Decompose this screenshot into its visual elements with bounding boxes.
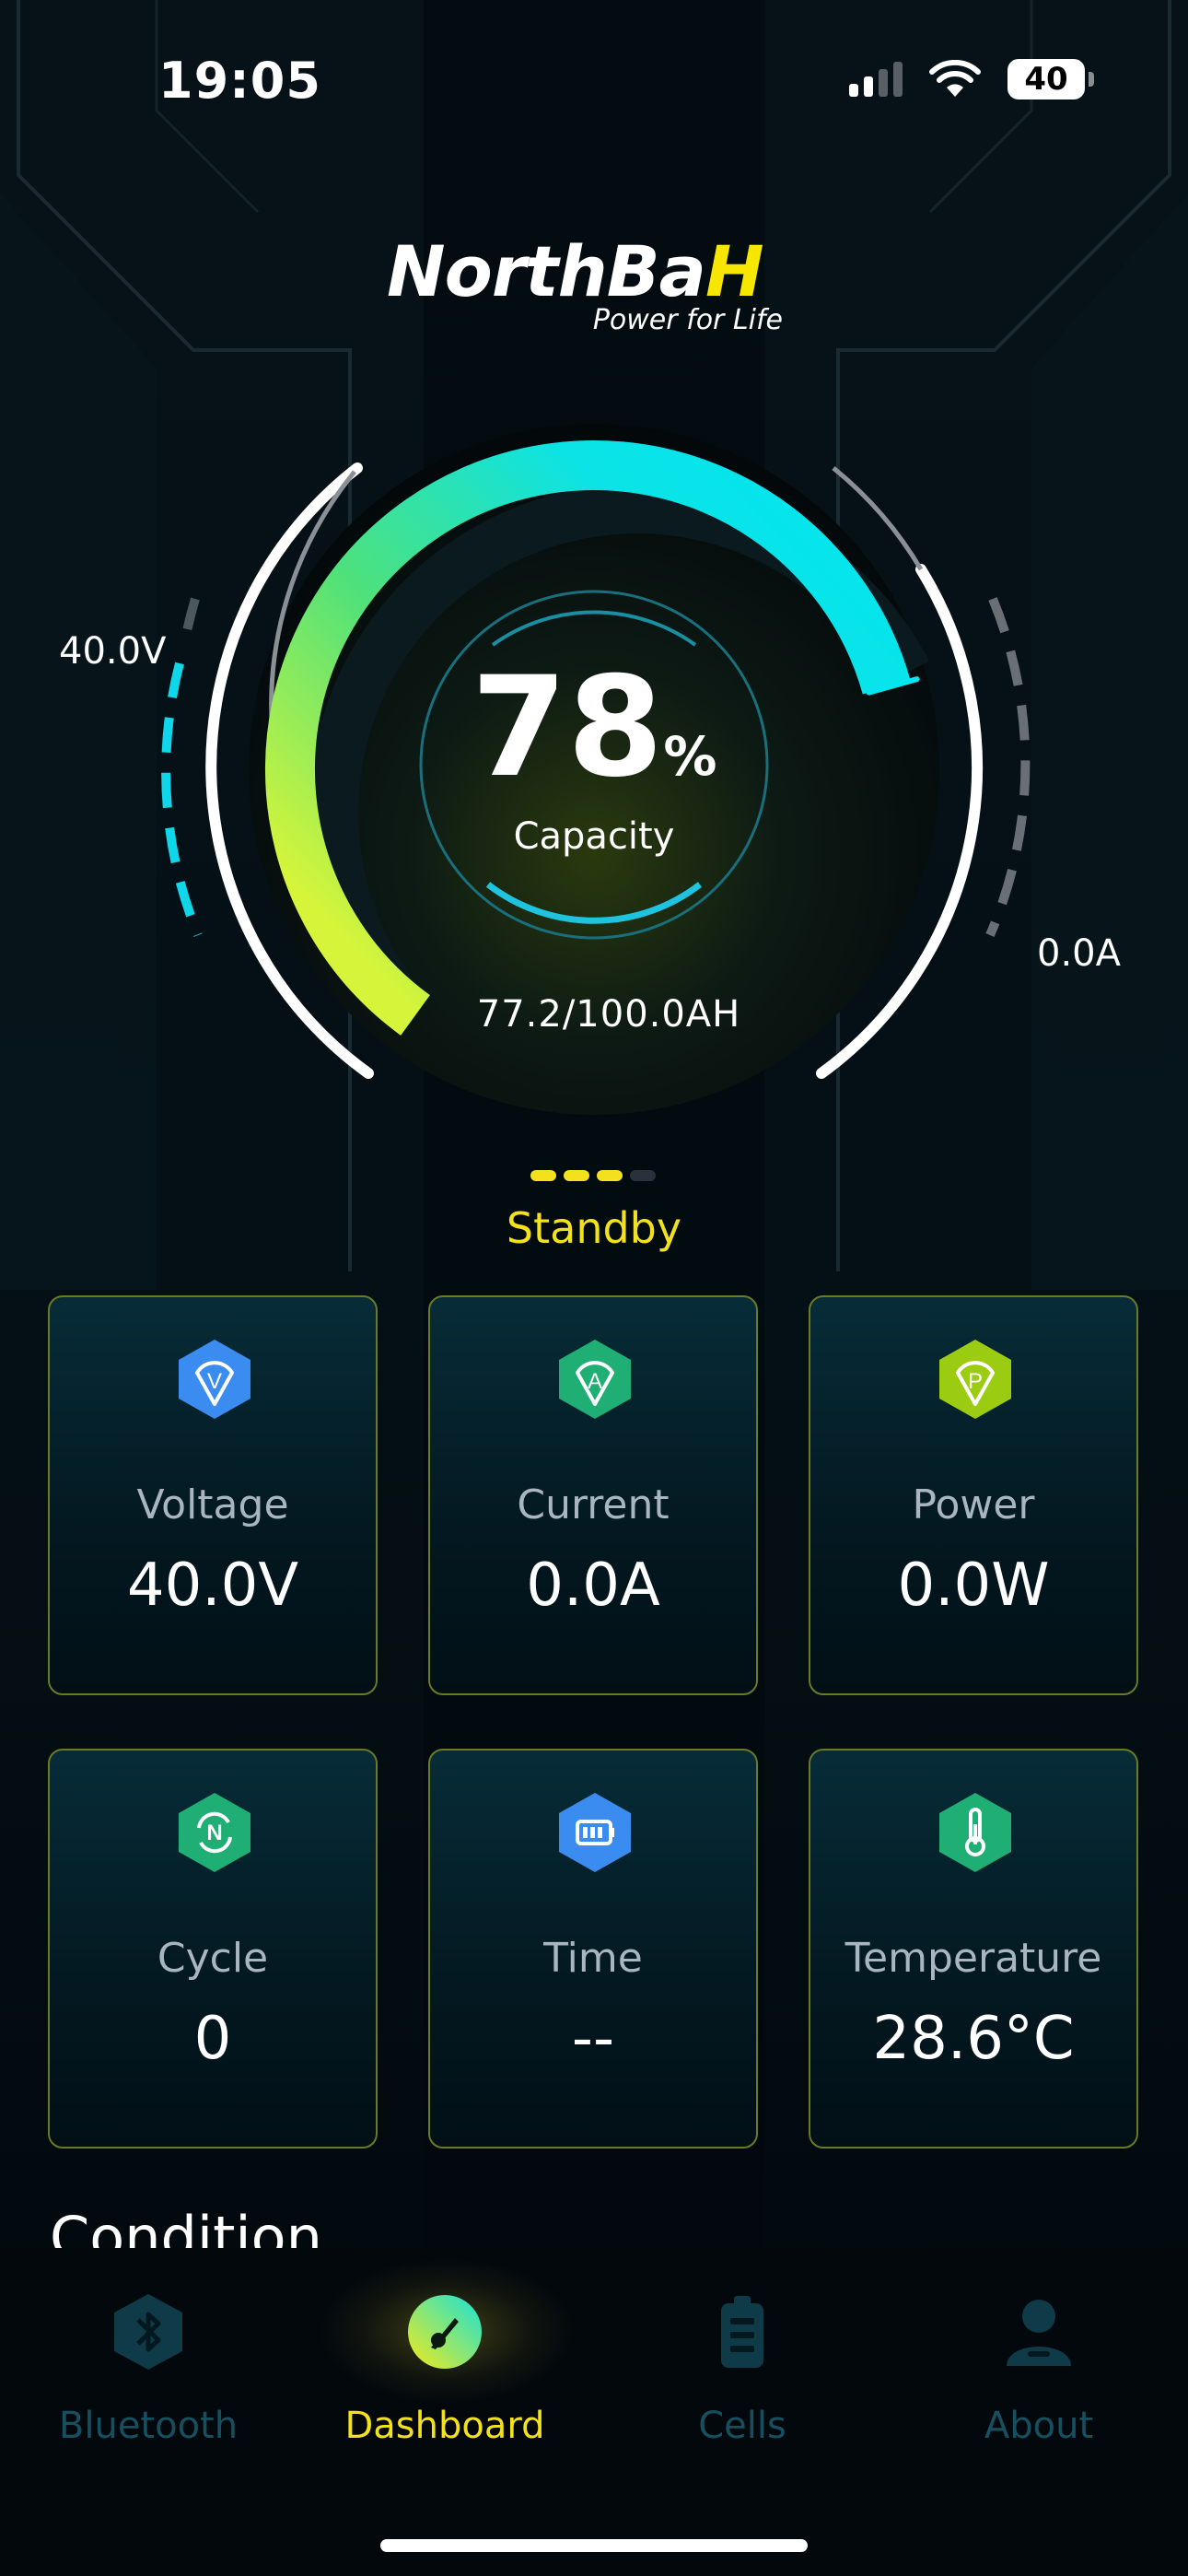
metric-card-time: Time --: [428, 1749, 758, 2149]
tab-bluetooth[interactable]: Bluetooth: [0, 2290, 297, 2447]
bluetooth-icon: [114, 2294, 182, 2370]
voltage-dash-arc-dim: [180, 597, 200, 646]
brand-name: NorthBaH: [387, 230, 764, 312]
svg-text:V: V: [207, 1369, 222, 1394]
metric-label: Cycle: [157, 1935, 269, 1982]
current-readout: 0.0A: [1037, 932, 1121, 975]
about-icon: [1007, 2300, 1071, 2366]
capacity-label: Capacity: [513, 815, 675, 858]
metric-label: Temperature: [844, 1935, 1102, 1982]
metric-value: 40.0V: [126, 1551, 299, 1620]
metric-label: Current: [517, 1481, 670, 1528]
metric-value: 0.0W: [897, 1551, 1050, 1620]
amp-hours-readout: 77.2/100.0AH: [476, 993, 741, 1036]
metric-value: 0: [193, 2005, 232, 2073]
metric-label: Voltage: [136, 1481, 289, 1528]
battery-state: Standby: [506, 1203, 682, 1253]
tab-dashboard[interactable]: Dashboard: [297, 2290, 593, 2447]
background-art: [0, 0, 1188, 2576]
svg-text:N: N: [206, 1821, 222, 1845]
metric-card-temperature: Temperature 28.6°C: [809, 1749, 1138, 2149]
svg-text:P: P: [968, 1369, 983, 1394]
metric-value: --: [571, 2005, 615, 2073]
brand-logo: NorthBaH Power for Life: [387, 230, 810, 341]
current-icon: A: [559, 1340, 631, 1419]
tab-about[interactable]: About: [891, 2290, 1187, 2447]
metric-value: 28.6°C: [872, 2005, 1075, 2073]
cells-icon: [721, 2296, 763, 2368]
voltage-icon: V: [179, 1340, 250, 1419]
home-indicator[interactable]: [380, 2539, 808, 2552]
brand-tagline: Power for Life: [592, 304, 783, 336]
svg-text:A: A: [588, 1369, 602, 1394]
cellular-signal-icon: [849, 62, 903, 97]
state-indicator-dots: [530, 1170, 656, 1181]
metric-value: 0.0A: [526, 1551, 660, 1620]
metric-card-voltage: V Voltage 40.0V: [48, 1295, 378, 1695]
status-time: 19:05: [158, 52, 321, 110]
dashboard-icon: [408, 2295, 482, 2369]
cycle-icon: N: [179, 1793, 250, 1872]
metric-label: Time: [543, 1935, 643, 1982]
status-icons: 40: [849, 55, 1094, 103]
capacity-percent: 78%: [471, 648, 717, 808]
power-icon: P: [939, 1340, 1011, 1419]
metric-card-current: A Current 0.0A: [428, 1295, 758, 1695]
battery-icon: 40: [1007, 59, 1094, 100]
metric-card-cycle: N Cycle 0: [48, 1749, 378, 2149]
metric-card-power: P Power 0.0W: [809, 1295, 1138, 1695]
metric-label: Power: [912, 1481, 1035, 1528]
wifi-icon: [929, 60, 981, 97]
tab-cells[interactable]: Cells: [594, 2290, 891, 2447]
battery-time-icon: [559, 1793, 631, 1872]
thermometer-icon: [939, 1793, 1011, 1872]
